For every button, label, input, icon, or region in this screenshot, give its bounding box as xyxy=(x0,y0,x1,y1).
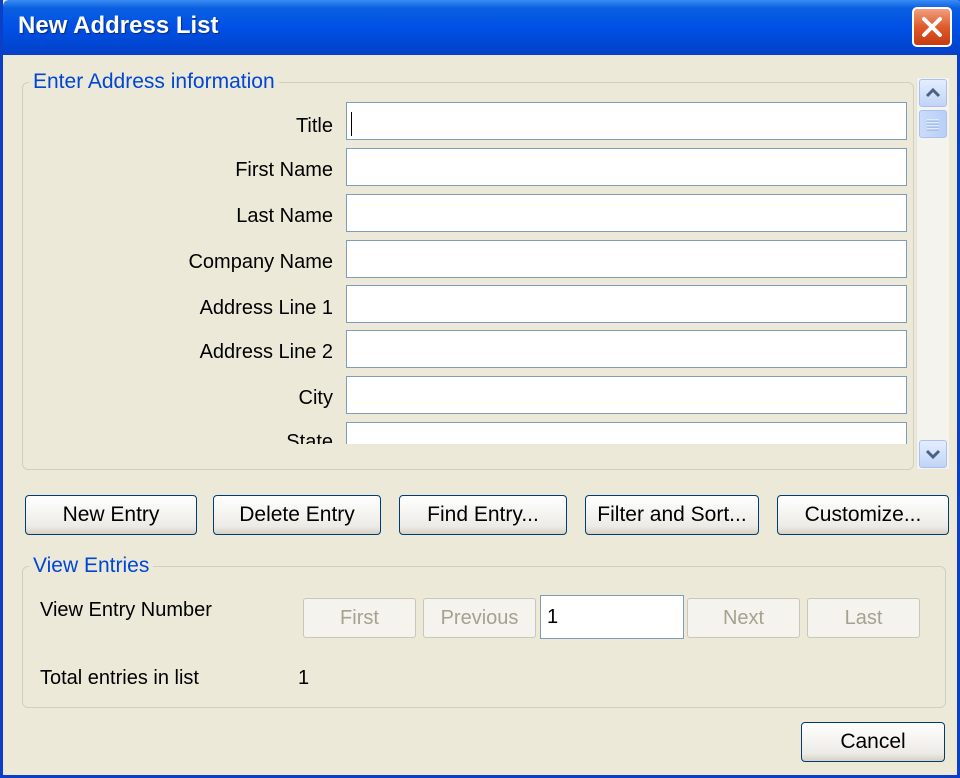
total-entries-label: Total entries in list xyxy=(40,667,199,689)
entry-number-input[interactable] xyxy=(540,595,684,639)
scroll-down-button[interactable] xyxy=(919,440,947,468)
previous-button[interactable]: Previous xyxy=(423,598,536,638)
city-label: City xyxy=(298,387,333,409)
state-field[interactable] xyxy=(346,422,907,444)
window-title: New Address List xyxy=(18,12,219,39)
new-address-list-dialog: New Address List Enter Address informati… xyxy=(0,0,960,778)
close-icon xyxy=(922,17,942,37)
address-form-area: Title First Name Last Name Company Name … xyxy=(25,98,910,444)
cancel-button[interactable]: Cancel xyxy=(801,722,945,762)
company-name-field[interactable] xyxy=(346,240,907,278)
grip-icon xyxy=(927,119,939,131)
view-entries-group-label: View Entries xyxy=(29,554,154,578)
first-name-label: First Name xyxy=(235,159,333,181)
company-name-label: Company Name xyxy=(188,251,333,273)
customize-button[interactable]: Customize... xyxy=(777,495,949,535)
state-label: State xyxy=(286,431,333,444)
address-line-1-label: Address Line 1 xyxy=(199,297,333,319)
last-name-field[interactable] xyxy=(346,194,907,232)
address-info-group-label: Enter Address information xyxy=(29,70,279,94)
first-name-field[interactable] xyxy=(346,148,907,186)
city-field[interactable] xyxy=(346,376,907,414)
last-name-label: Last Name xyxy=(236,205,333,227)
view-entry-number-label: View Entry Number xyxy=(40,599,212,621)
title-label: Title xyxy=(295,115,333,137)
first-button[interactable]: First xyxy=(303,598,416,638)
new-entry-button[interactable]: New Entry xyxy=(25,495,197,535)
delete-entry-button[interactable]: Delete Entry xyxy=(213,495,381,535)
total-entries-value: 1 xyxy=(298,667,310,689)
filter-sort-button[interactable]: Filter and Sort... xyxy=(585,495,759,535)
title-field[interactable] xyxy=(346,102,907,140)
last-button[interactable]: Last xyxy=(807,598,920,638)
address-line-2-label: Address Line 2 xyxy=(199,341,333,363)
scroll-up-icon xyxy=(925,87,941,98)
scroll-thumb[interactable] xyxy=(919,110,947,138)
next-button[interactable]: Next xyxy=(687,598,800,638)
title-bar[interactable]: New Address List xyxy=(3,0,960,55)
address-line-2-field[interactable] xyxy=(346,330,907,368)
scroll-down-icon xyxy=(925,449,941,460)
text-cursor xyxy=(351,112,352,136)
close-button[interactable] xyxy=(912,7,952,47)
find-entry-button[interactable]: Find Entry... xyxy=(399,495,567,535)
address-line-1-field[interactable] xyxy=(346,285,907,323)
scroll-up-button[interactable] xyxy=(919,79,947,107)
address-form-scrollbar[interactable] xyxy=(916,78,949,469)
